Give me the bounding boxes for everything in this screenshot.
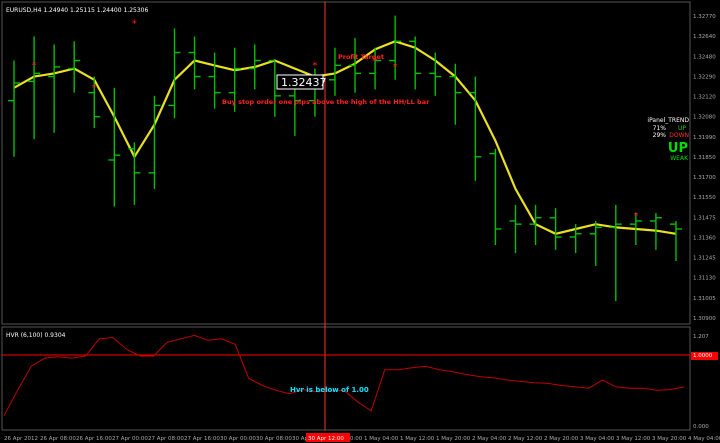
price-tick-label: 1.31550 — [693, 195, 716, 201]
time-tick-label: 4 May 04:00 — [688, 436, 720, 442]
hvr-scale-label: 1.207 — [693, 334, 709, 340]
ohlc-bar — [609, 204, 622, 302]
price-tick-label: 1.32120 — [693, 95, 716, 101]
current-price-label: 1.32437 — [281, 76, 327, 89]
moving-average-polyline — [13, 40, 677, 235]
main-chart-title: EURUSD,H4 1.24940 1.25115 1.24400 1.2530… — [6, 7, 148, 14]
time-tick-label: 3 May 04:00 — [580, 436, 615, 442]
indicator-plot-frame — [1, 326, 691, 431]
ohlc-bar — [529, 204, 542, 246]
price-tick-label: 1.32480 — [693, 54, 716, 60]
time-tick-label: 2 May 20:00 — [544, 436, 579, 442]
price-tick-label: 1.32290 — [693, 74, 716, 80]
stop-entry-annotation: Buy stop order one pips above the high o… — [222, 98, 430, 106]
ipanel-strength: WEAK — [670, 155, 689, 162]
price-axis: 1.32770 1.32640 1.32480 1.32290 1.32120 1.320… — [693, 14, 716, 322]
ohlc-bar — [509, 204, 522, 254]
time-tick-label: 26 Apr 16:00 — [76, 436, 112, 442]
ohlc-bar — [8, 60, 21, 157]
time-tick-label: 27 Apr 16:00 — [184, 436, 220, 442]
ohlc-bar — [409, 36, 422, 90]
signal-star: * — [312, 60, 317, 71]
ohlc-bar — [589, 220, 602, 266]
ohlc-bar — [208, 52, 221, 109]
ipanel-title: iPanel_TREND — [647, 117, 689, 124]
main-plot-frame — [1, 1, 691, 325]
price-tick-label: 1.31360 — [693, 235, 716, 241]
profit-target-annotation: Profit Target — [338, 53, 384, 61]
time-tick-label: 26 Apr 08:00 — [40, 436, 76, 442]
price-tick-label: 1.32080 — [693, 115, 716, 121]
trading-chart-window: EURUSD,H4 1.24940 1.25115 1.24400 1.2530… — [0, 0, 720, 443]
ohlc-bar — [669, 220, 682, 262]
signal-star: * — [132, 19, 137, 30]
time-tick-label: 27 Apr 08:00 — [148, 436, 184, 442]
price-tick-label: 1.31245 — [693, 256, 716, 262]
price-tick-label: 1.31005 — [693, 296, 716, 302]
time-tick-label: 3 May 20:00 — [652, 436, 687, 442]
price-tick-label: 1.31475 — [693, 215, 716, 221]
time-axis: 26 Apr 2012 26 Apr 08:00 26 Apr 16:00 27 Ap… — [4, 433, 720, 442]
time-tick-label: 1 May 04:00 — [364, 436, 399, 442]
ohlc-bar — [28, 36, 41, 140]
hvr-line — [3, 334, 685, 416]
time-tick-label: 30 Apr 00:00 — [220, 436, 256, 442]
signal-star: * — [633, 211, 638, 222]
price-tick-label: 1.31130 — [693, 276, 716, 282]
time-tick-label: 27 Apr 00:00 — [112, 436, 148, 442]
price-tick-label: 1.31700 — [693, 175, 716, 181]
ohlc-bar — [188, 36, 201, 90]
ohlc-bar — [48, 44, 61, 133]
time-tick-label: 3 May 12:00 — [616, 436, 651, 442]
hvr-scale-label: 0.000 — [693, 424, 709, 430]
signal-star: * — [393, 62, 398, 73]
ipanel-row2-dir: DOWN — [669, 132, 689, 139]
ohlc-bar — [469, 76, 482, 181]
moving-average-line — [13, 40, 677, 235]
chart-canvas: EURUSD,H4 1.24940 1.25115 1.24400 1.2530… — [1, 1, 720, 442]
ohlc-bar — [108, 87, 121, 207]
signal-star: * — [32, 60, 37, 71]
ipanel-row1-pct: 71% — [653, 125, 667, 132]
time-tick-label: 1 May 12:00 — [400, 436, 435, 442]
ipanel-trend: iPanel_TREND 71% UP 29% DOWN UP WEAK — [647, 117, 689, 162]
highlighted-time-label: 30 Apr 12:00 — [308, 436, 344, 442]
price-tick-label: 1.32770 — [693, 14, 716, 20]
ohlc-bar — [168, 28, 181, 119]
ipanel-row2-pct: 29% — [653, 132, 667, 139]
hvr-scale-label: 1.0000 — [693, 353, 713, 359]
ohlc-bar — [489, 148, 502, 246]
time-tick-label: 2 May 04:00 — [472, 436, 507, 442]
ohlc-bar — [349, 38, 362, 93]
time-tick-label: 1 May 20:00 — [436, 436, 471, 442]
signal-star: * — [92, 83, 97, 94]
time-tick-label: 2 May 12:00 — [508, 436, 543, 442]
time-tick-label: 30 Apr 08:00 — [256, 436, 292, 442]
ipanel-big-dir: UP — [668, 141, 688, 156]
ipanel-row1-dir: UP — [678, 125, 686, 132]
hvr-indicator: 1.207 1.0000 0.000 — [3, 334, 718, 430]
hvr-note-annotation: Hvr is below of 1.00 — [290, 386, 369, 394]
price-tick-label: 1.31990 — [693, 135, 716, 141]
ohlc-bar — [68, 41, 81, 93]
price-tick-label: 1.31850 — [693, 155, 716, 161]
price-tick-label: 1.30900 — [693, 316, 716, 322]
crosshair — [2, 2, 690, 430]
indicator-title: HVR (6,100) 0.9304 — [6, 332, 66, 339]
price-tick-label: 1.32640 — [693, 34, 716, 40]
time-tick-label: 26 Apr 2012 — [4, 436, 38, 442]
ohlc-bar — [549, 208, 562, 250]
ohlc-bar — [148, 95, 161, 189]
